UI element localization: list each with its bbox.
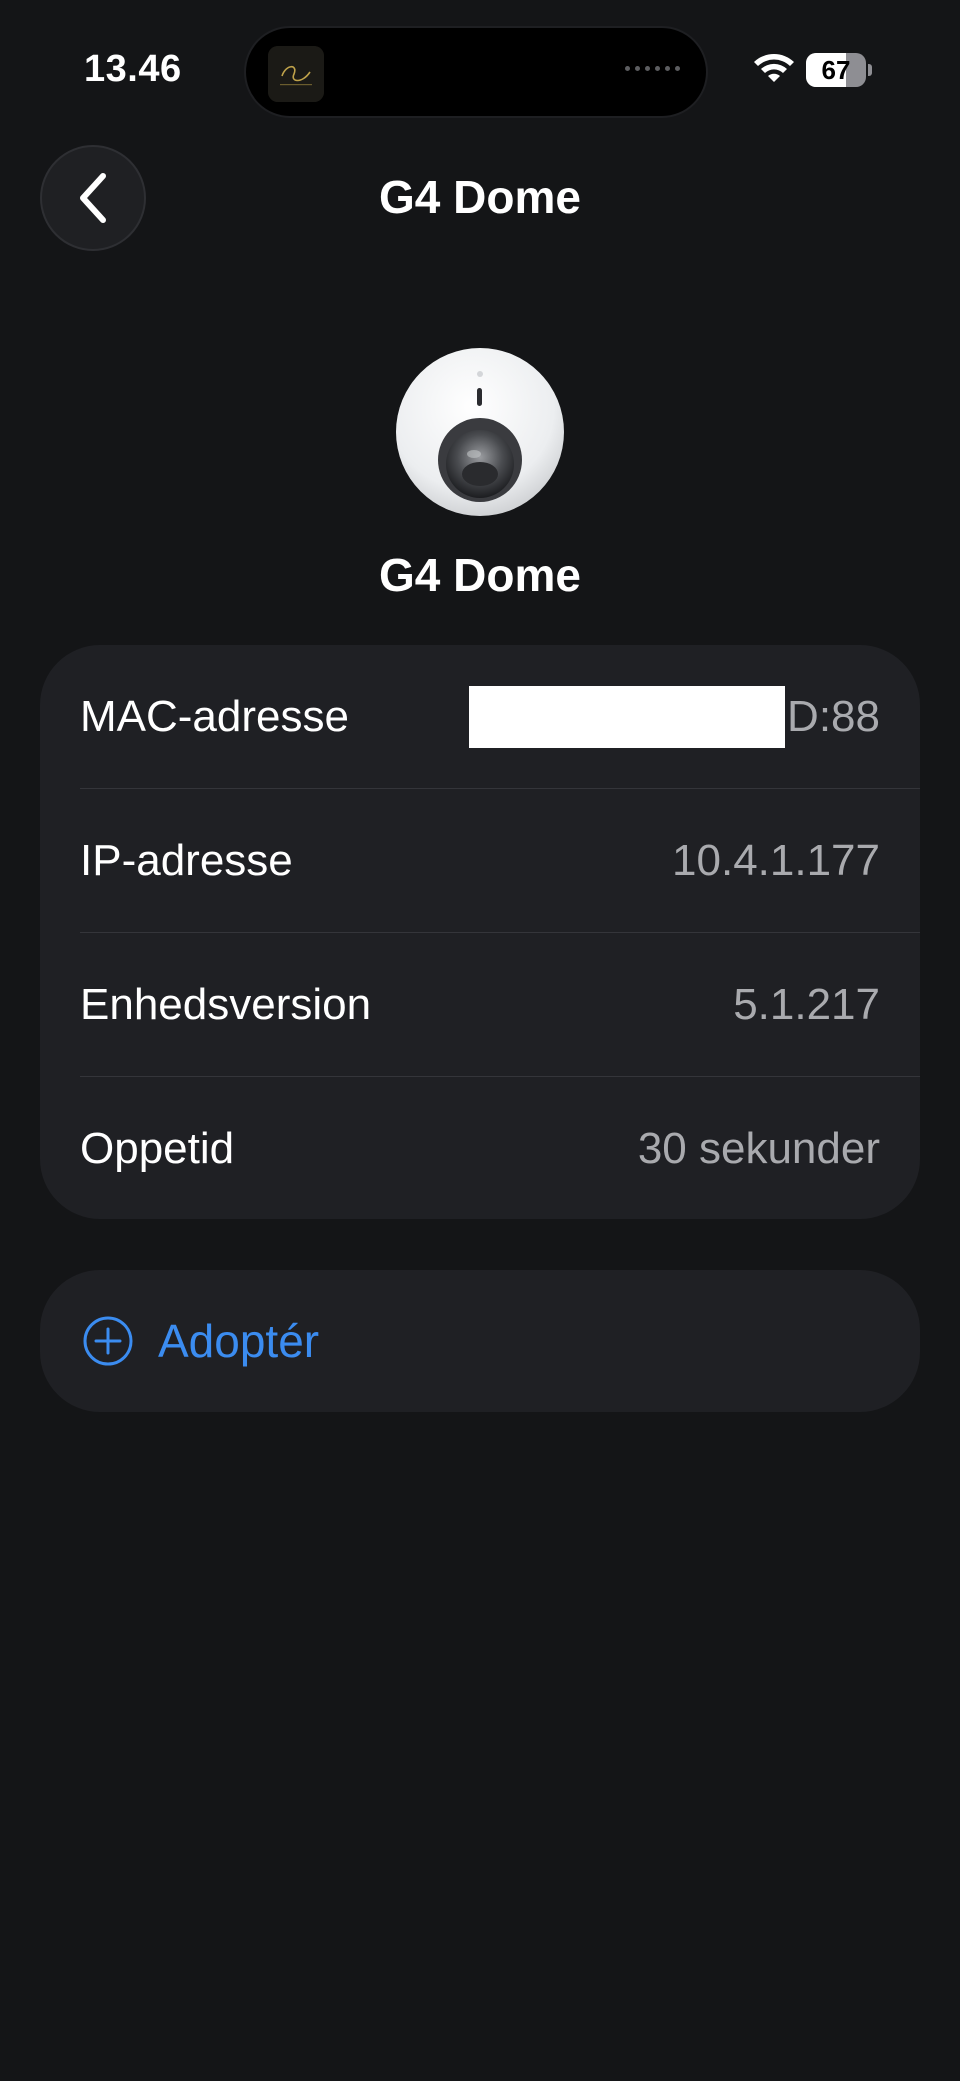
status-time: 13.46 bbox=[84, 48, 182, 90]
dome-camera-icon bbox=[396, 348, 564, 516]
uptime-value: 30 sekunder bbox=[637, 1124, 880, 1173]
ip-label: IP-adresse bbox=[80, 836, 293, 885]
battery-icon: 67 bbox=[806, 53, 866, 87]
mac-value-wrap: D:88 bbox=[469, 686, 880, 748]
audio-waveform-icon bbox=[625, 66, 680, 71]
now-playing-artwork-icon bbox=[268, 46, 324, 102]
info-row-version[interactable]: Enhedsversion 5.1.217 bbox=[80, 933, 920, 1077]
version-label: Enhedsversion bbox=[80, 980, 372, 1029]
battery-cap bbox=[868, 64, 872, 76]
ip-value: 10.4.1.177 bbox=[672, 836, 880, 885]
version-value: 5.1.217 bbox=[733, 980, 880, 1029]
redaction-block bbox=[469, 686, 786, 748]
uptime-label: Oppetid bbox=[80, 1124, 235, 1173]
info-row-mac[interactable]: MAC-adresse D:88 bbox=[80, 645, 920, 789]
info-row-ip[interactable]: IP-adresse 10.4.1.177 bbox=[80, 789, 920, 933]
wifi-icon bbox=[754, 54, 794, 82]
battery-level: 67 bbox=[821, 55, 851, 85]
page-title: G4 Dome bbox=[379, 171, 581, 223]
device-info-card: MAC-adresse D:88 IP-adresse 10.4.1.177 E… bbox=[40, 645, 920, 1219]
plus-circle-icon bbox=[83, 1316, 133, 1366]
device-name: G4 Dome bbox=[379, 549, 581, 601]
screen: 13.46 67 G4 Dome G4 Dome MAC-adresse D:8… bbox=[0, 0, 960, 2081]
adopt-button[interactable]: Adoptér bbox=[40, 1270, 920, 1412]
mac-label: MAC-adresse bbox=[80, 692, 349, 741]
mac-value: D:88 bbox=[787, 692, 880, 741]
dynamic-island[interactable] bbox=[244, 26, 708, 118]
adopt-label: Adoptér bbox=[158, 1315, 320, 1367]
info-row-uptime[interactable]: Oppetid 30 sekunder bbox=[80, 1077, 920, 1219]
